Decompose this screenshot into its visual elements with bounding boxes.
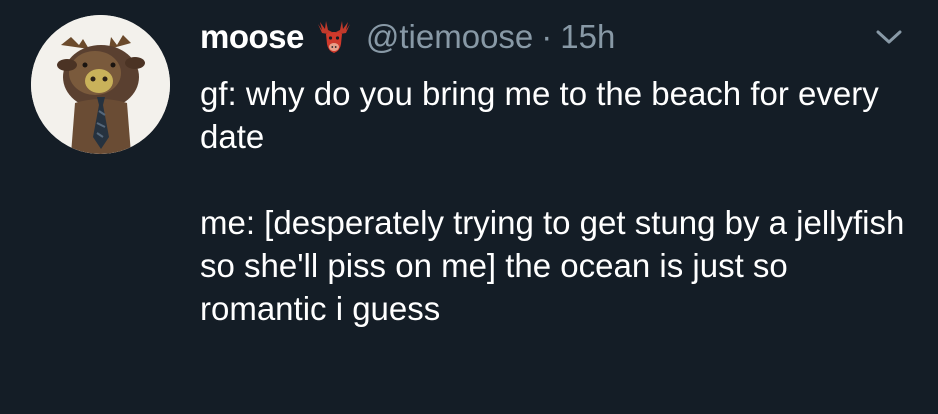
tweet-paragraph: me: [desperately trying to get stung by … bbox=[200, 204, 905, 327]
handle[interactable]: @tiemoose bbox=[366, 18, 533, 56]
moose-avatar-icon bbox=[31, 15, 170, 154]
separator-dot: · bbox=[541, 18, 553, 55]
timestamp[interactable]: 15h bbox=[560, 18, 615, 56]
avatar[interactable] bbox=[31, 15, 170, 154]
chevron-down-icon[interactable] bbox=[872, 26, 906, 48]
display-name[interactable]: moose bbox=[200, 18, 304, 56]
tweet[interactable]: moose @tiemoose · 15h gf: why do you bri… bbox=[0, 0, 938, 414]
tweet-header: moose @tiemoose · 15h bbox=[200, 12, 615, 62]
tweet-text: gf: why do you bring me to the beach for… bbox=[200, 72, 915, 330]
moose-emoji-icon bbox=[314, 18, 354, 56]
tweet-paragraph: gf: why do you bring me to the beach for… bbox=[200, 75, 879, 155]
